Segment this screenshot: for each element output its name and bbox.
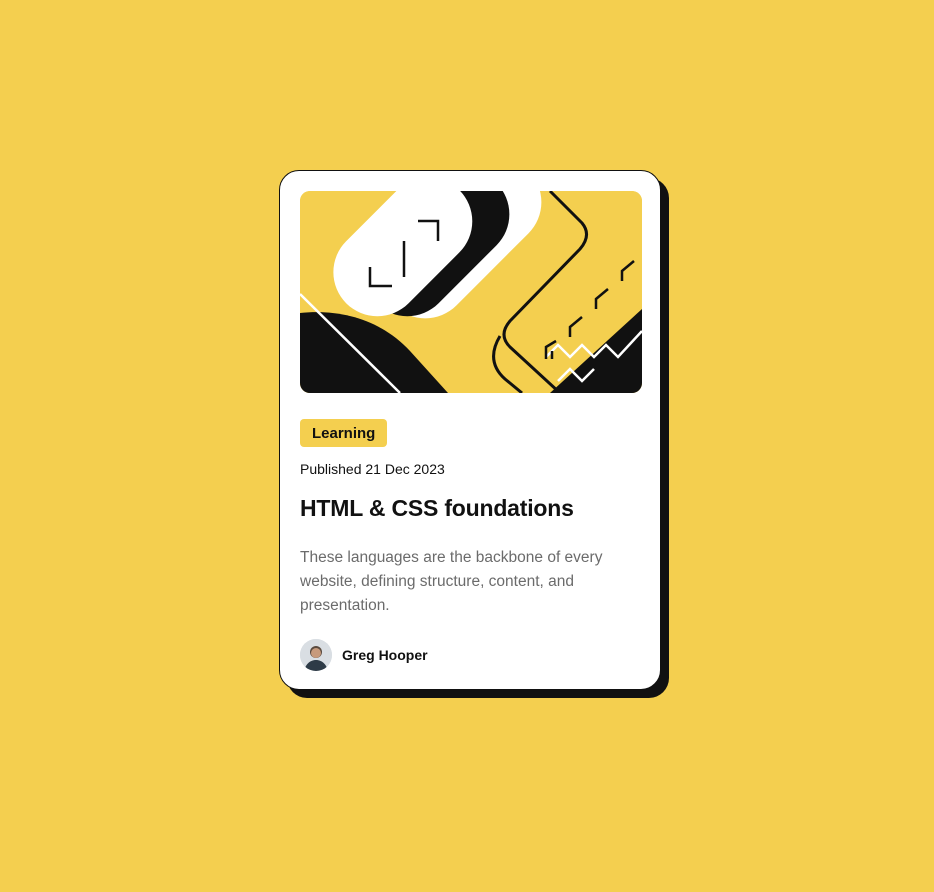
category-tag[interactable]: Learning xyxy=(300,419,388,447)
person-avatar-icon xyxy=(300,639,332,671)
card-title[interactable]: HTML & CSS foundations xyxy=(300,495,574,522)
card-description: These languages are the backbone of ever… xyxy=(300,549,603,614)
author-info: Greg Hooper xyxy=(300,639,428,671)
hero-illustration xyxy=(300,191,642,393)
author-name: Greg Hooper xyxy=(342,647,428,663)
published-date: Published 21 Dec 2023 xyxy=(300,461,445,477)
author-avatar xyxy=(300,639,332,671)
blog-preview-card: Learning Published 21 Dec 2023 HTML & CS… xyxy=(279,170,661,690)
